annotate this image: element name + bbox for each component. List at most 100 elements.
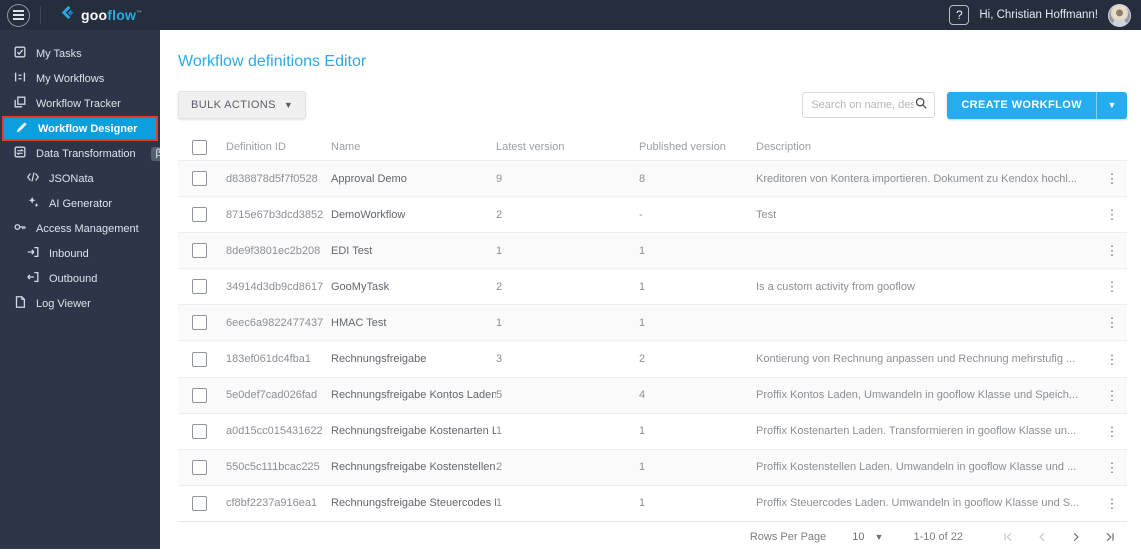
row-checkbox[interactable] [192, 171, 207, 187]
sidebar-item-label: My Workflows [36, 72, 105, 85]
user-avatar[interactable] [1108, 3, 1131, 27]
definition-id-cell: 8de9f3801ec2b208 [226, 244, 321, 257]
column-header-definition-id: Definition ID [226, 141, 286, 153]
description-cell: Proffix Kostenarten Laden. Transformiere… [756, 425, 1077, 438]
row-menu-button[interactable]: ⋮ [1102, 387, 1123, 404]
sidebar-item-my-tasks[interactable]: My Tasks [0, 41, 160, 66]
published-version-cell: 1 [639, 280, 646, 293]
gooflow-logo-icon [60, 5, 75, 25]
table-row[interactable]: 6eec6a9822477437 HMAC Test 1 1 ⋮ [178, 304, 1127, 341]
sidebar-item-my-workflows[interactable]: My Workflows [0, 66, 160, 91]
name-cell: EDI Test [331, 244, 373, 257]
table-row[interactable]: 183ef061dc4fba1 Rechnungsfreigabe 3 2 Ko… [178, 340, 1127, 376]
table-row[interactable]: a0d15cc015431622 Rechnungsfreigabe Koste… [178, 412, 1127, 449]
row-checkbox[interactable] [192, 243, 207, 259]
tracker-icon [13, 95, 27, 112]
hamburger-menu-icon[interactable] [7, 3, 30, 27]
search-icon[interactable] [914, 96, 928, 115]
table-row[interactable]: 8715e67b3dcd3852 DemoWorkflow 2 - Test ⋮ [178, 196, 1127, 232]
previous-page-button[interactable] [1025, 525, 1059, 549]
create-workflow-button[interactable]: CREATE WORKFLOW [947, 99, 1096, 111]
description-cell: Test [756, 208, 777, 221]
row-menu-button[interactable]: ⋮ [1102, 242, 1123, 259]
row-checkbox[interactable] [192, 423, 207, 439]
transform-icon [13, 145, 27, 162]
sidebar-item-data-transformation[interactable]: Data Transformation β [0, 141, 167, 166]
sidebar-item-label: Access Management [36, 222, 139, 235]
sidebar-item-access-management[interactable]: Access Management [0, 216, 160, 241]
logo-text: gooflow™ [81, 7, 143, 23]
table-row[interactable]: 550c5c111bcac225 Rechnungsfreigabe Koste… [178, 448, 1127, 485]
rows-per-page-value: 10 [852, 530, 865, 543]
description-cell: Kontierung von Rechnung anpassen und Rec… [756, 353, 1076, 366]
row-checkbox[interactable] [192, 495, 207, 511]
name-cell: GooMyTask [331, 280, 390, 293]
row-menu-button[interactable]: ⋮ [1102, 314, 1123, 331]
top-bar: gooflow™ ? Hi, Christian Hoffmann! [0, 0, 1141, 30]
table-row[interactable]: 8de9f3801ec2b208 EDI Test 1 1 ⋮ [178, 232, 1127, 269]
document-icon [13, 295, 27, 312]
topbar-divider [40, 6, 41, 24]
column-header-description: Description [756, 141, 812, 153]
latest-version-cell: 2 [496, 208, 503, 221]
help-button[interactable]: ? [949, 5, 970, 25]
select-all-checkbox[interactable] [192, 139, 207, 155]
description-cell: Is a custom activity from gooflow [756, 280, 915, 293]
table-row[interactable]: 5e0def7cad026fad Rechnungsfreigabe Konto… [178, 376, 1127, 413]
definition-id-cell: 6eec6a9822477437 [226, 316, 324, 329]
row-checkbox[interactable] [192, 207, 207, 223]
row-checkbox[interactable] [192, 279, 207, 295]
published-version-cell: 1 [639, 425, 646, 438]
last-page-button[interactable] [1093, 525, 1127, 549]
sidebar-item-outbound[interactable]: Outbound [0, 266, 160, 291]
row-menu-button[interactable]: ⋮ [1102, 459, 1123, 476]
sidebar-item-workflow-designer[interactable]: Workflow Designer [2, 116, 158, 141]
definition-id-cell: d838878d5f7f0528 [226, 172, 318, 185]
sidebar-item-inbound[interactable]: Inbound [0, 241, 160, 266]
definition-id-cell: a0d15cc015431622 [226, 425, 323, 438]
rows-per-page-select[interactable]: 10 ▼ [852, 531, 883, 543]
pagination-range: 1-10 of 22 [913, 530, 963, 543]
row-checkbox[interactable] [192, 387, 207, 403]
published-version-cell: 2 [639, 353, 646, 366]
first-page-button[interactable] [991, 525, 1025, 549]
row-menu-button[interactable]: ⋮ [1102, 423, 1123, 440]
sidebar-item-label: Log Viewer [36, 297, 91, 310]
sidebar-item-log-viewer[interactable]: Log Viewer [0, 291, 160, 316]
row-menu-button[interactable]: ⋮ [1102, 351, 1123, 368]
published-version-cell: 1 [639, 461, 646, 474]
next-page-button[interactable] [1059, 525, 1093, 549]
row-checkbox[interactable] [192, 459, 207, 475]
search-input[interactable] [811, 99, 915, 111]
sidebar-item-jsonata[interactable]: JSONata [0, 166, 160, 191]
row-menu-button[interactable]: ⋮ [1102, 495, 1123, 512]
latest-version-cell: 1 [496, 497, 503, 510]
name-cell: Rechnungsfreigabe Kostenstellen Laden [331, 461, 496, 474]
name-cell: Rechnungsfreigabe Steuercodes Laden [331, 497, 496, 510]
table-row[interactable]: d838878d5f7f0528 Approval Demo 9 8 Kredi… [178, 160, 1127, 197]
name-cell: DemoWorkflow [331, 208, 406, 221]
search-box[interactable] [802, 92, 936, 118]
table-row[interactable]: cf8bf2237a916ea1 Rechnungsfreigabe Steue… [178, 484, 1127, 521]
definition-id-cell: 550c5c111bcac225 [226, 461, 320, 474]
row-menu-button[interactable]: ⋮ [1102, 206, 1123, 223]
row-menu-button[interactable]: ⋮ [1102, 170, 1123, 187]
published-version-cell: 4 [639, 389, 646, 402]
pen-icon [15, 120, 29, 137]
rows-per-page-label: Rows Per Page [749, 530, 827, 543]
create-workflow-dropdown-button[interactable]: ▼ [1097, 100, 1127, 110]
row-checkbox[interactable] [192, 351, 207, 367]
sidebar-item-workflow-tracker[interactable]: Workflow Tracker [0, 91, 160, 116]
bulk-actions-button[interactable]: BULK ACTIONS ▼ [178, 91, 307, 119]
sidebar-item-ai-generator[interactable]: AI Generator [0, 191, 160, 216]
definition-id-cell: 8715e67b3dcd3852 [226, 208, 324, 221]
toolbar: BULK ACTIONS ▼ CREATE WORKFLOW ▼ [178, 91, 1127, 119]
row-checkbox[interactable] [192, 315, 207, 331]
name-cell: Rechnungsfreigabe Kostenarten Laden [331, 425, 496, 438]
description-cell: Proffix Kontos Laden, Umwandeln in goofl… [756, 389, 1079, 402]
table-header: Definition ID Name Latest version Publis… [178, 134, 1127, 160]
row-menu-button[interactable]: ⋮ [1102, 278, 1123, 295]
sidebar-item-label: JSONata [49, 172, 94, 185]
table-row[interactable]: 34914d3db9cd8617 GooMyTask 2 1 Is a cust… [178, 268, 1127, 304]
published-version-cell: 1 [639, 497, 646, 510]
